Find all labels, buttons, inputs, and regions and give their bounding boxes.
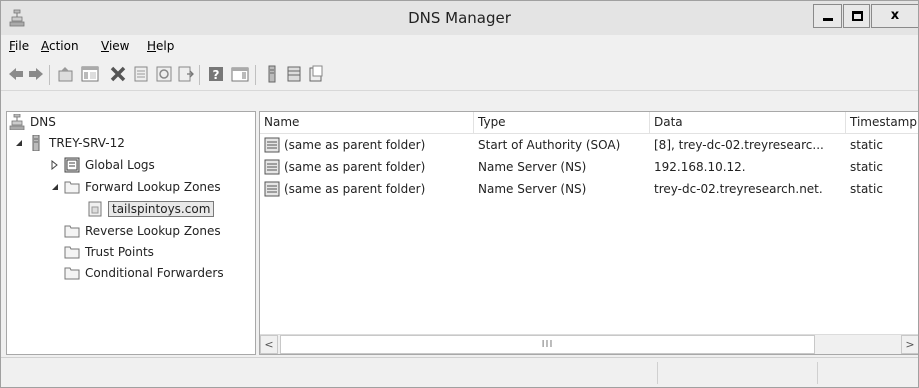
tree-item-forward-lookup-zones[interactable]: Forward Lookup Zones: [51, 177, 221, 197]
close-button[interactable]: x: [871, 4, 918, 28]
record-icon: [264, 159, 280, 175]
folder-icon: [64, 181, 80, 194]
window-title: DNS Manager: [408, 9, 511, 27]
status-bar: [1, 357, 918, 387]
scroll-thumb[interactable]: III: [280, 335, 815, 354]
column-header-data[interactable]: Data: [650, 112, 846, 134]
record-data: 192.168.10.12.: [654, 160, 746, 174]
menu-view[interactable]: View: [101, 39, 129, 53]
export-icon[interactable]: [177, 65, 195, 83]
properties-icon[interactable]: [132, 65, 150, 83]
expanded-arrow-icon[interactable]: [15, 138, 23, 148]
status-divider: [657, 362, 658, 384]
maximize-button[interactable]: [843, 4, 870, 28]
tree-label: tailspintoys.com: [108, 201, 215, 217]
record-row[interactable]: (same as parent folder) Name Server (NS)…: [260, 158, 918, 178]
column-header-timestamp[interactable]: Timestamp: [846, 112, 918, 134]
record-timestamp: static: [850, 138, 883, 152]
record-data: trey-dc-02.treyresearch.net.: [654, 182, 823, 196]
record-data: [8], trey-dc-02.treyresearc...: [654, 138, 824, 152]
menu-bar: File Action View Help: [1, 35, 918, 59]
up-icon[interactable]: [57, 65, 75, 83]
record-timestamp: static: [850, 182, 883, 196]
tree-label: Global Logs: [85, 158, 155, 172]
minimize-icon: [823, 18, 833, 21]
horizontal-scrollbar[interactable]: < III >: [260, 334, 918, 354]
menu-action[interactable]: Action: [41, 39, 79, 53]
record-icon: [264, 137, 280, 153]
forward-icon[interactable]: [27, 65, 45, 83]
dns-manager-window: DNS Manager x File Action View Help ? DN…: [0, 0, 919, 388]
maximize-icon: [852, 11, 863, 21]
tree-label: Forward Lookup Zones: [85, 180, 221, 194]
zone-icon: [88, 201, 102, 217]
record-row[interactable]: (same as parent folder) Start of Authori…: [260, 136, 918, 156]
tree-label: Trust Points: [85, 245, 154, 259]
server-icon[interactable]: [263, 65, 281, 83]
record-name: (same as parent folder): [284, 182, 426, 196]
record-type: Start of Authority (SOA): [478, 138, 621, 152]
folder-icon: [64, 225, 80, 238]
record-type: Name Server (NS): [478, 182, 587, 196]
tree-item-tailspintoys-zone[interactable]: tailspintoys.com: [87, 199, 215, 219]
event-log-icon: [64, 157, 80, 173]
toolbar-separator: [199, 65, 200, 85]
tree-item-server[interactable]: TREY-SRV-12: [15, 133, 125, 153]
dns-icon: [9, 114, 25, 130]
toolbar: ?: [1, 59, 918, 91]
record-name: (same as parent folder): [284, 138, 426, 152]
toolbar-separator: [255, 65, 256, 85]
help-icon[interactable]: ?: [207, 65, 225, 83]
record-icon: [264, 181, 280, 197]
tree-label: Reverse Lookup Zones: [85, 224, 221, 238]
delete-icon[interactable]: [109, 65, 127, 83]
tree-item-trust-points[interactable]: Trust Points: [64, 242, 154, 262]
back-icon[interactable]: [7, 65, 25, 83]
record-type: Name Server (NS): [478, 160, 587, 174]
folder-icon: [64, 246, 80, 259]
scroll-right-button[interactable]: >: [901, 335, 918, 354]
refresh-icon[interactable]: [155, 65, 173, 83]
server-icon: [32, 135, 40, 151]
tree-label: Conditional Forwarders: [85, 266, 224, 280]
tree-item-dns[interactable]: DNS: [9, 112, 56, 132]
menu-help[interactable]: Help: [147, 39, 174, 53]
tree-item-conditional-forwarders[interactable]: Conditional Forwarders: [64, 263, 224, 283]
toolbar-separator: [49, 65, 50, 85]
tree-item-global-logs[interactable]: Global Logs: [51, 155, 155, 175]
scroll-left-button[interactable]: <: [260, 335, 278, 354]
menu-file[interactable]: File: [9, 39, 29, 53]
column-header-type[interactable]: Type: [474, 112, 650, 134]
record-name: (same as parent folder): [284, 160, 426, 174]
record-icon[interactable]: [307, 65, 325, 83]
record-timestamp: static: [850, 160, 883, 174]
minimize-button[interactable]: [813, 4, 842, 28]
zone-icon[interactable]: [285, 65, 303, 83]
column-header-name[interactable]: Name: [260, 112, 474, 134]
tree-item-reverse-lookup-zones[interactable]: Reverse Lookup Zones: [64, 221, 221, 241]
collapsed-arrow-icon[interactable]: [51, 160, 59, 170]
action-pane-icon[interactable]: [231, 65, 249, 83]
tree-label: TREY-SRV-12: [49, 136, 125, 150]
tree-label: DNS: [30, 115, 56, 129]
records-list[interactable]: Name Type Data Timestamp (same as parent…: [259, 111, 918, 355]
status-divider: [817, 362, 818, 384]
title-bar[interactable]: DNS Manager x: [1, 1, 918, 35]
expanded-arrow-icon[interactable]: [51, 182, 59, 192]
folder-icon: [64, 267, 80, 280]
record-row[interactable]: (same as parent folder) Name Server (NS)…: [260, 180, 918, 200]
svg-text:?: ?: [213, 68, 220, 82]
console-tree[interactable]: DNS TREY-SRV-12 Global Logs Forward Look…: [6, 111, 256, 355]
show-hide-tree-icon[interactable]: [81, 65, 99, 83]
